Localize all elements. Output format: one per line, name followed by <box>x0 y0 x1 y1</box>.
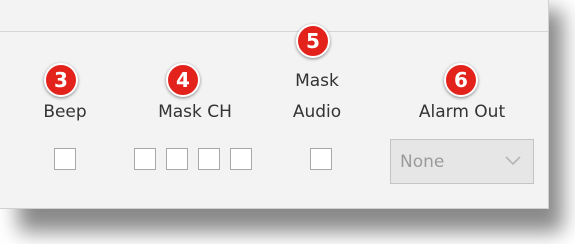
mask-ch-checkbox-1[interactable] <box>134 148 156 170</box>
screenshot-stage: 3 Beep 4 Mask CH 5 Mask Audio 6 Alarm Ou… <box>0 0 575 244</box>
settings-panel: 3 Beep 4 Mask CH 5 Mask Audio 6 Alarm Ou… <box>0 0 549 209</box>
alarm-out-label: Alarm Out <box>418 102 506 122</box>
beep-checkbox[interactable] <box>54 148 76 170</box>
badge-3: 3 <box>44 63 78 97</box>
beep-label: Beep <box>43 102 87 122</box>
mask-ch-checkbox-4[interactable] <box>230 148 252 170</box>
badge-6: 6 <box>444 63 478 97</box>
mask-ch-checkbox-2[interactable] <box>166 148 188 170</box>
chevron-down-icon <box>505 156 521 166</box>
header-divider <box>0 31 548 32</box>
mask-audio-label-line2: Audio <box>292 102 342 122</box>
mask-audio-label-line1: Mask <box>295 71 339 91</box>
badge-4: 4 <box>166 63 200 97</box>
alarm-out-selected-value: None <box>400 152 445 172</box>
mask-ch-label: Mask CH <box>158 102 232 122</box>
mask-audio-checkbox[interactable] <box>310 148 332 170</box>
badge-5: 5 <box>296 24 330 58</box>
mask-ch-checkbox-3[interactable] <box>198 148 220 170</box>
alarm-out-dropdown[interactable]: None <box>390 139 534 184</box>
